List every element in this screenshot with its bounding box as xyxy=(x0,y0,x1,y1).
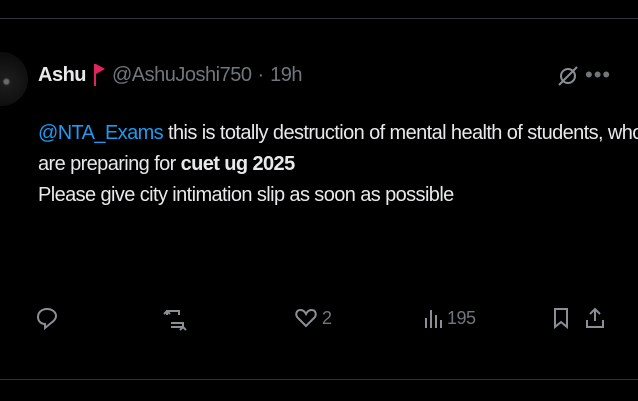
reply-icon xyxy=(36,306,58,332)
reply-button[interactable] xyxy=(36,306,58,332)
tweet-line-1: @NTA_Exams this is totally destruction o… xyxy=(38,118,638,149)
bookmark-icon xyxy=(551,306,571,330)
separator-dot: · xyxy=(257,63,265,86)
share-button[interactable] xyxy=(584,306,606,330)
tweet-line-2-text: are preparing for xyxy=(38,153,181,175)
tweet-header: Ashu @AshuJoshi750 · 19h xyxy=(38,60,302,90)
more-icon[interactable]: ••• xyxy=(585,63,611,87)
mention-link[interactable]: @NTA_Exams xyxy=(38,122,164,144)
repost-icon xyxy=(162,306,188,332)
author-handle[interactable]: @AshuJoshi750 xyxy=(112,64,252,87)
like-button[interactable]: 2 xyxy=(294,306,332,330)
tweet-line-1-text: this is totally destruction of mental he… xyxy=(163,122,638,144)
like-count: 2 xyxy=(322,307,332,328)
avatar[interactable] xyxy=(0,52,28,106)
flag-icon xyxy=(92,62,106,88)
share-icon xyxy=(584,306,606,330)
top-divider xyxy=(0,0,638,19)
tweet-text: @NTA_Exams this is totally destruction o… xyxy=(38,118,638,211)
timestamp[interactable]: 19h xyxy=(270,64,302,87)
repost-button[interactable] xyxy=(162,306,188,332)
author-name[interactable]: Ashu xyxy=(38,64,87,87)
action-bar: 2 195 xyxy=(36,306,616,338)
like-icon xyxy=(294,306,318,330)
views-button[interactable]: 195 xyxy=(423,306,476,330)
bookmark-button[interactable] xyxy=(551,306,571,330)
grok-icon[interactable] xyxy=(556,64,580,88)
tweet-line-2: are preparing for cuet ug 2025 xyxy=(38,149,628,180)
tweet-line-3: Please give city intimation slip as soon… xyxy=(38,184,454,206)
bottom-divider xyxy=(0,379,638,401)
views-icon xyxy=(423,306,445,330)
tweet-bold-text: cuet ug 2025 xyxy=(180,153,296,175)
views-count: 195 xyxy=(447,307,476,328)
